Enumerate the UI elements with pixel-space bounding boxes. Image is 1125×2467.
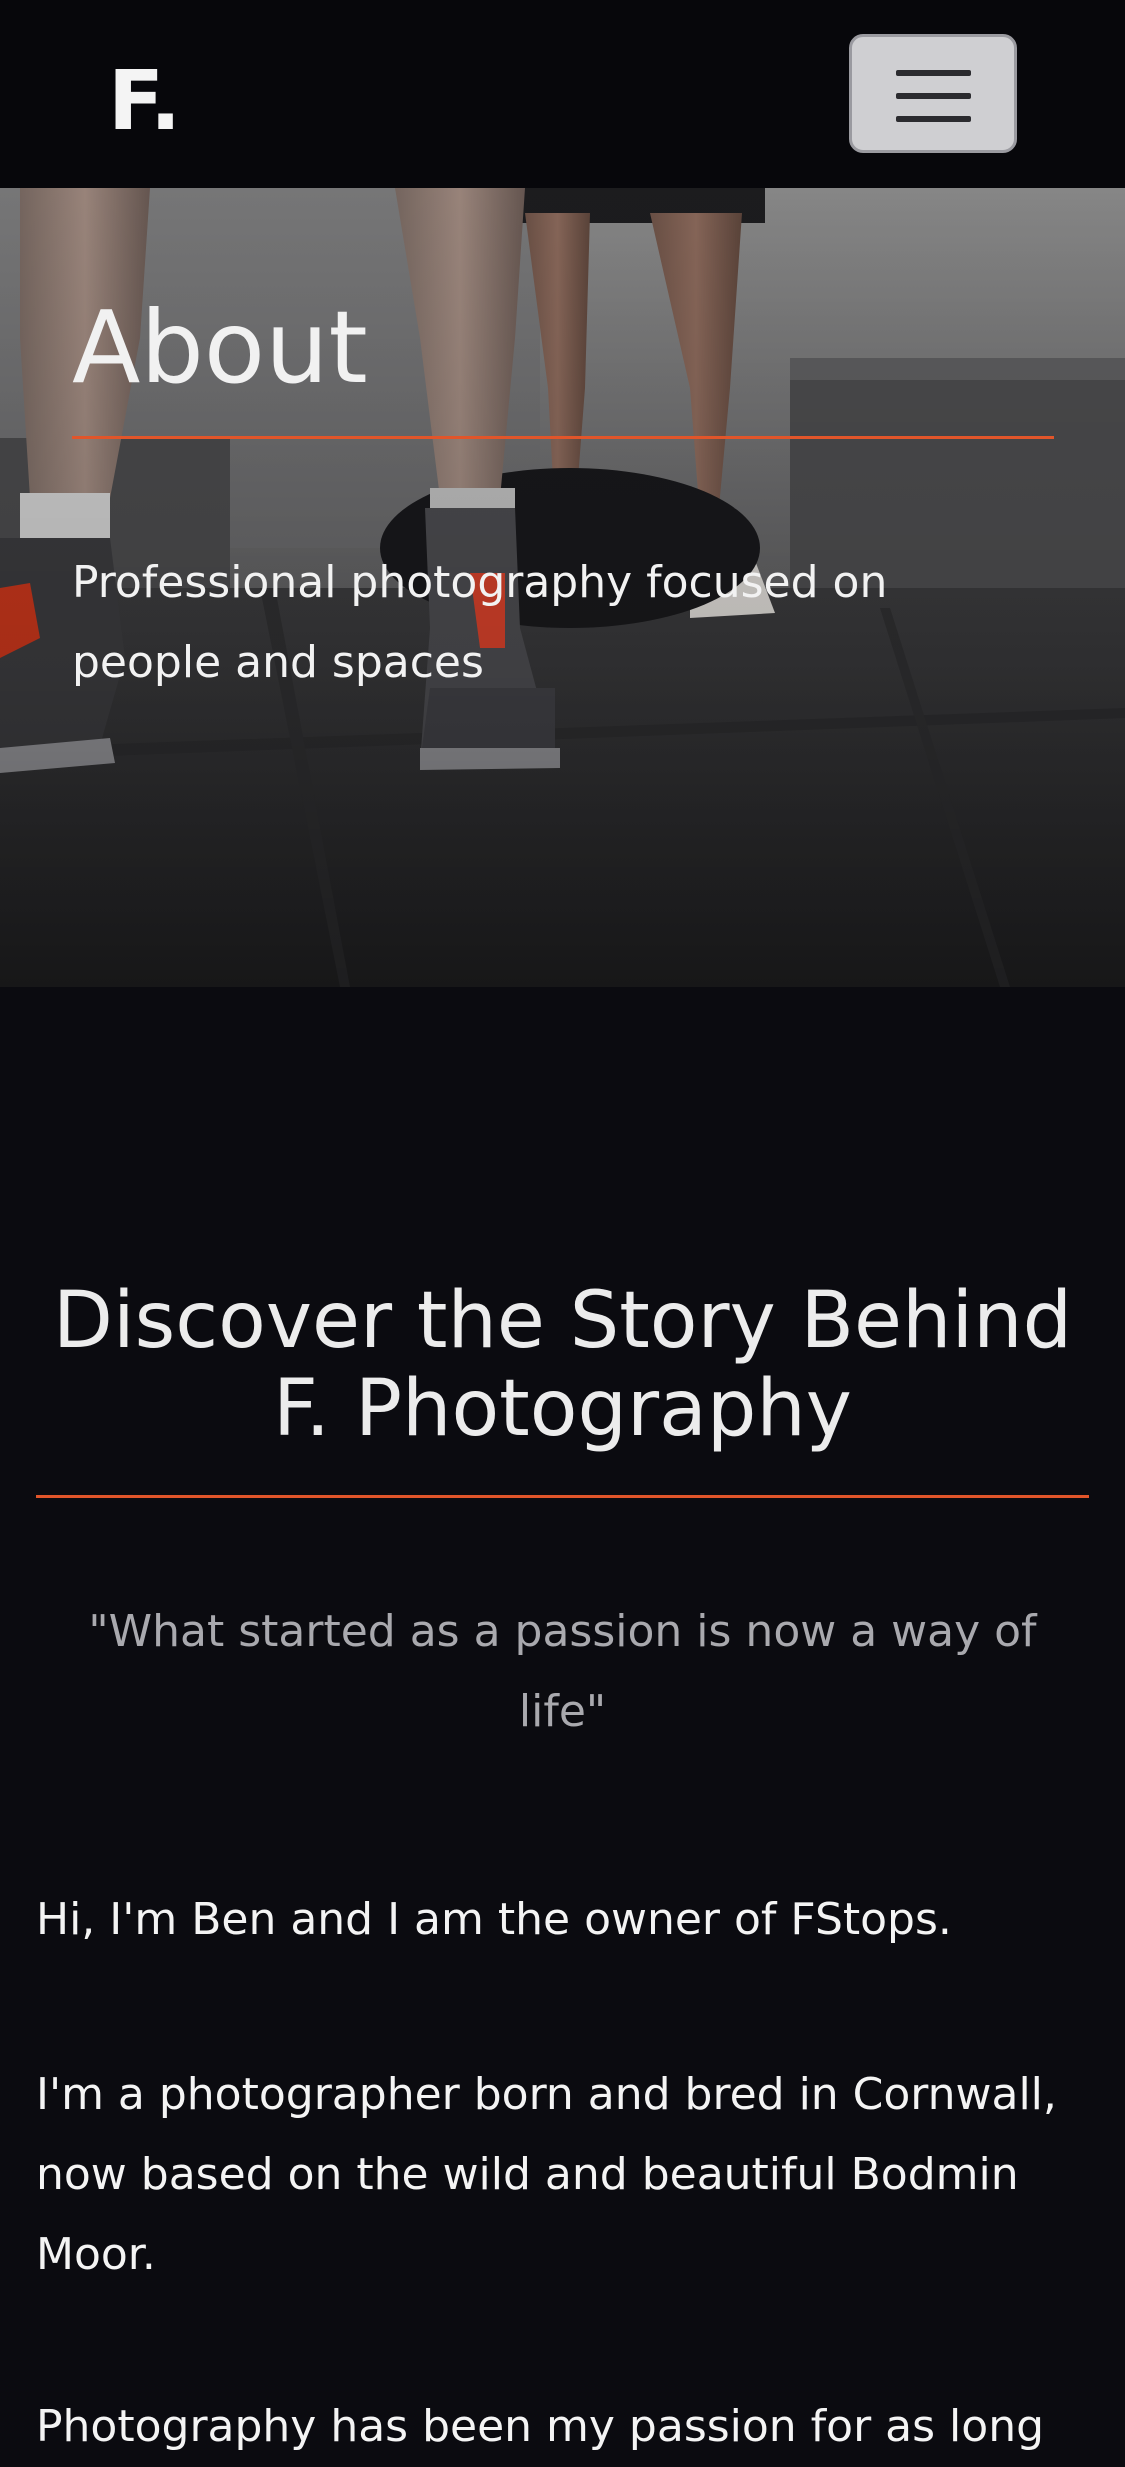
story-paragraph-intro: Hi, I'm Ben and I am the owner of FStops… (36, 1894, 952, 1945)
story-section: Discover the Story Behind F. Photography… (0, 987, 1125, 2452)
story-paragraph-passion: Photography has been my passion for as l… (36, 2401, 1045, 2452)
brand-logo[interactable]: F. (108, 52, 181, 152)
hero-section: About Professional photography focused o… (0, 188, 1125, 987)
menu-toggle-button[interactable] (849, 34, 1017, 153)
story-divider (36, 1495, 1089, 1498)
story-title: Discover the Story Behind F. Photography (52, 1276, 1073, 1454)
story-quote: "What started as a passion is now a way … (88, 1606, 1037, 1737)
story-paragraph-location: I'm a photographer born and bred in Corn… (36, 2069, 1057, 2280)
hero-divider (72, 436, 1054, 439)
hero-subtitle: Professional photography focused on peop… (72, 557, 888, 688)
hero-title: About (72, 289, 368, 406)
navbar: F. (0, 0, 1125, 188)
